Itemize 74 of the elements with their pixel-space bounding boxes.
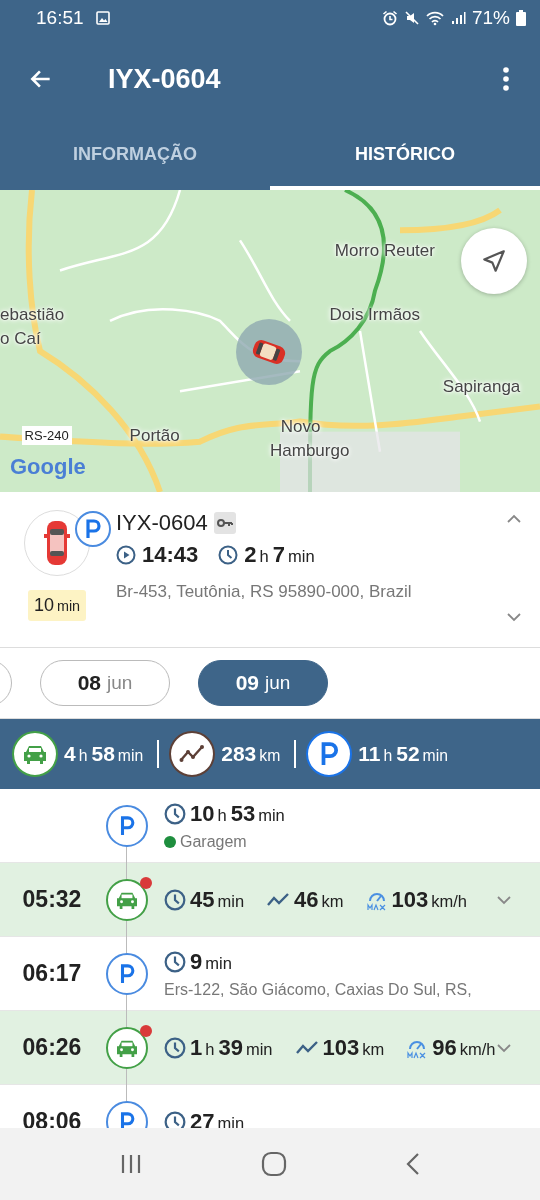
- key-icon: [213, 512, 236, 534]
- duration-value: 10 h 53 min: [190, 800, 286, 827]
- event-time: 06:17: [22, 960, 82, 986]
- chevron-up-icon[interactable]: [506, 514, 522, 524]
- map-label: ebastião: [0, 304, 65, 325]
- vehicle-plate: IYX-0604: [116, 510, 208, 536]
- map-label: Hamburgo: [270, 440, 350, 461]
- tab[interactable]: INFORMAÇÃO: [0, 122, 270, 190]
- alarm-icon: [381, 10, 398, 26]
- battery-percent: 71%: [471, 7, 510, 29]
- chevron-down-icon[interactable]: [506, 612, 522, 622]
- summary-value: 283 km: [221, 742, 282, 766]
- signal-icon: [449, 10, 466, 26]
- wifi-icon: [425, 10, 444, 26]
- map-label: o Caí: [0, 328, 41, 349]
- trip-row[interactable]: 06:26 1 h 39 min 103 km 96 km/h: [0, 1011, 540, 1085]
- image-icon: [95, 11, 110, 25]
- speed-value: 103 km/h: [391, 886, 469, 913]
- chevron-down-icon[interactable]: [496, 1043, 512, 1053]
- chevron-down-icon[interactable]: [496, 895, 512, 905]
- parking-icon: [106, 952, 148, 995]
- map-label: Morro Reuter: [334, 241, 435, 262]
- car-icon: [106, 878, 148, 921]
- duration-badge: 10 min: [27, 590, 87, 621]
- route-icon: [266, 891, 291, 908]
- clock-icon: [218, 545, 239, 565]
- event-time: 06:26: [22, 1034, 82, 1060]
- parking-icon: [75, 511, 111, 547]
- event-time: 05:32: [22, 886, 82, 912]
- start-time: 14:43: [142, 542, 199, 568]
- duration-value: 1 h 39 min: [190, 1034, 274, 1061]
- mute-icon: [403, 10, 420, 26]
- date-chip[interactable]: 09 jun: [198, 660, 328, 706]
- speed-value: 96 km/h: [432, 1034, 497, 1061]
- duration-value: 45 min: [190, 886, 246, 913]
- car-icon: [12, 731, 58, 777]
- parking-icon: [106, 804, 148, 847]
- duration-value: 27 min: [190, 1108, 246, 1128]
- clock-icon: [164, 802, 186, 825]
- map-logo: Google: [10, 454, 86, 480]
- car-icon: [44, 520, 70, 566]
- home-icon[interactable]: [261, 1151, 287, 1177]
- locate-button[interactable]: [461, 228, 527, 294]
- duration-value: 2 h 7 min: [244, 542, 316, 568]
- summary-value: 11 h 52 min: [358, 742, 449, 766]
- map-label: RS-240: [21, 425, 72, 445]
- event-address: Ers-122, São Giácomo, Caxias Do Sul, RS,: [164, 980, 472, 999]
- duration-value: 9 min: [190, 948, 233, 975]
- clock-icon: [164, 888, 186, 911]
- summary-value: 4h 58min: [64, 742, 145, 766]
- play-circle-icon: [116, 545, 136, 565]
- map-label: Dois Irmãos: [329, 304, 421, 325]
- battery-icon: [516, 10, 526, 26]
- map-label: Sapiranga: [442, 377, 521, 398]
- vehicle-address: Br-453, Teutônia, RS 95890-000, Brazil: [116, 582, 413, 602]
- route-icon: [294, 1039, 319, 1056]
- car-icon: [106, 1026, 148, 1069]
- recent-apps-icon[interactable]: [119, 1153, 143, 1175]
- route-icon: [169, 731, 216, 777]
- app-title: IYX-0604: [108, 63, 221, 95]
- parking-icon: [306, 731, 353, 777]
- place-name: Garagem: [180, 832, 247, 851]
- more-menu-icon[interactable]: [502, 66, 510, 92]
- status-time: 16:51: [36, 7, 84, 29]
- clock-icon: [164, 1036, 186, 1059]
- distance-value: 103 km: [322, 1034, 386, 1061]
- back-icon[interactable]: [405, 1152, 421, 1176]
- map-label: Portão: [129, 425, 180, 446]
- clock-icon: [164, 950, 186, 973]
- trip-row[interactable]: 05:32 45 min 46 km 103 km/h: [0, 863, 540, 937]
- navigation-arrow-icon: [481, 248, 507, 274]
- clock-icon: [164, 1110, 186, 1128]
- distance-value: 46 km: [294, 886, 345, 913]
- car-marker-icon[interactable]: [236, 319, 302, 385]
